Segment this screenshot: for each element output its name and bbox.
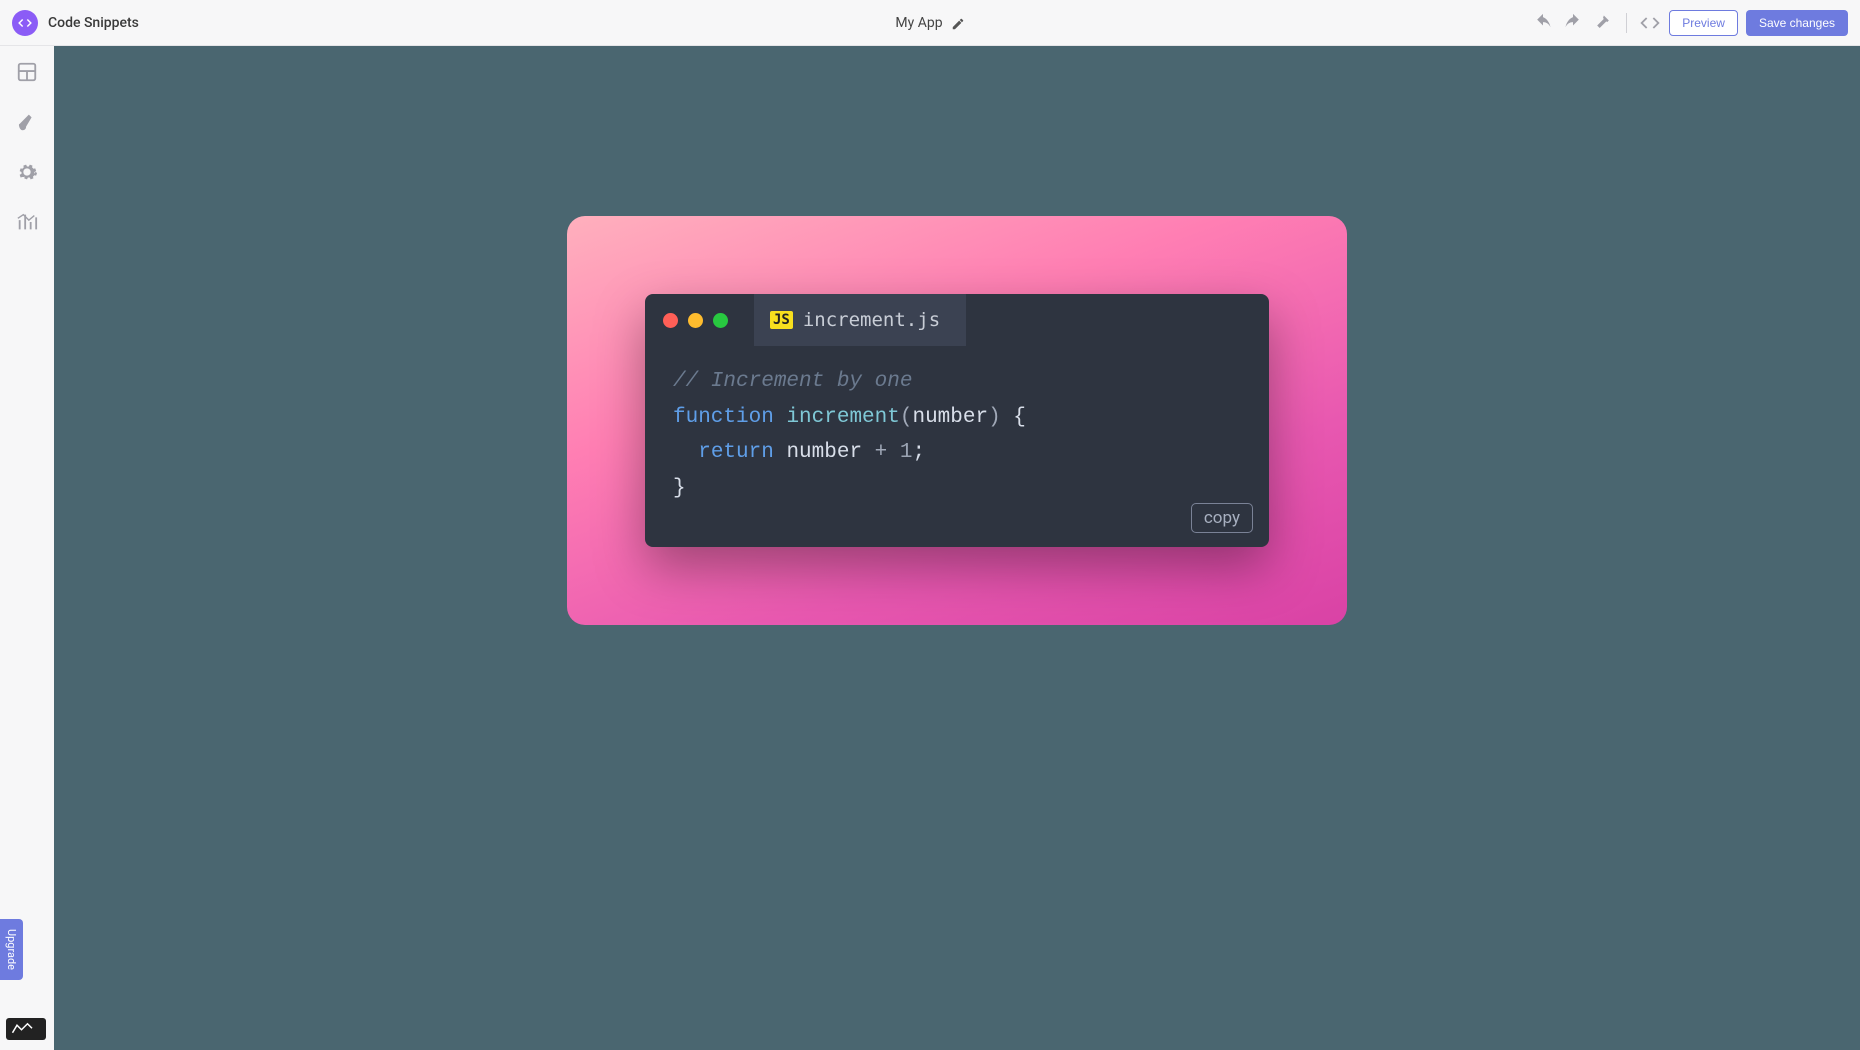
- code-expr: number: [774, 441, 875, 464]
- code-param: number: [912, 406, 988, 429]
- code-indent: [673, 441, 698, 464]
- preview-button[interactable]: Preview: [1669, 10, 1738, 36]
- code-window: JS increment.js // Increment by one func…: [645, 294, 1269, 547]
- traffic-close-icon: [663, 313, 678, 328]
- code-brace-open: {: [1001, 406, 1026, 429]
- hammer-icon[interactable]: [1592, 12, 1614, 34]
- code-keyword-function: function: [673, 406, 774, 429]
- traffic-minimize-icon: [688, 313, 703, 328]
- code-space: [887, 441, 900, 464]
- edit-app-name-icon[interactable]: [951, 16, 965, 30]
- brush-icon[interactable]: [15, 110, 39, 134]
- code-function-name: increment: [786, 406, 899, 429]
- brand-badge-icon[interactable]: [6, 1018, 46, 1040]
- upgrade-button[interactable]: Upgrade: [0, 919, 23, 980]
- file-tab[interactable]: JS increment.js: [754, 294, 966, 346]
- code-paren-open: (: [900, 406, 913, 429]
- code-body[interactable]: // Increment by one function increment(n…: [645, 346, 1269, 547]
- undo-icon[interactable]: [1532, 12, 1554, 34]
- copy-button[interactable]: copy: [1191, 503, 1253, 533]
- code-keyword-return: return: [698, 441, 774, 464]
- code-brace-close: }: [673, 477, 686, 500]
- code-number: 1: [900, 441, 913, 464]
- js-file-icon: JS: [770, 311, 793, 329]
- analytics-icon[interactable]: [15, 210, 39, 234]
- app-logo-icon[interactable]: [12, 10, 38, 36]
- traffic-zoom-icon: [713, 313, 728, 328]
- app-name: My App: [895, 15, 942, 31]
- canvas-area[interactable]: JS increment.js // Increment by one func…: [54, 46, 1860, 1050]
- code-semicolon: ;: [913, 441, 926, 464]
- redo-icon[interactable]: [1562, 12, 1584, 34]
- toolbar-divider: [1626, 13, 1627, 33]
- code-operator: +: [875, 441, 888, 464]
- layout-icon[interactable]: [15, 60, 39, 84]
- filename-label: increment.js: [803, 309, 940, 331]
- code-comment: // Increment by one: [673, 370, 912, 393]
- page-title: Code Snippets: [48, 15, 139, 31]
- gear-icon[interactable]: [15, 160, 39, 184]
- snippet-card[interactable]: JS increment.js // Increment by one func…: [567, 216, 1347, 625]
- code-paren-close: ): [988, 406, 1001, 429]
- save-changes-button[interactable]: Save changes: [1746, 10, 1848, 36]
- code-view-icon[interactable]: [1639, 12, 1661, 34]
